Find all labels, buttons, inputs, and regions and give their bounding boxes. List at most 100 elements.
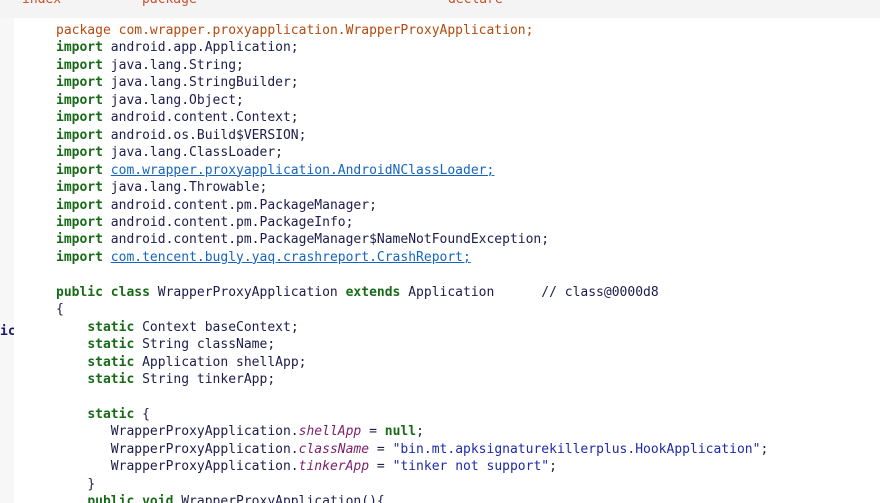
code-token: java.lang.String; — [102, 57, 244, 73]
code-line: public class WrapperProxyApplication ext… — [56, 284, 659, 302]
code-token: Context baseContext; — [134, 319, 299, 335]
type-link[interactable]: com.wrapper.proxyapplication.AndroidNCla… — [111, 163, 495, 178]
tab-index[interactable]: index — [22, 0, 61, 7]
code-token: WrapperProxyApplication. — [110, 441, 299, 457]
code-token: import — [56, 92, 103, 108]
code-token: static — [87, 372, 135, 387]
code-token: static — [87, 337, 135, 353]
code-line: import com.wrapper.proxyapplication.Andr… — [56, 162, 494, 180]
code-token: java.lang.Object; — [102, 92, 244, 108]
code-token: android.content.pm.PackageManager; — [102, 197, 377, 213]
code-token: static — [87, 319, 135, 335]
code-token: WrapperProxyApplication. — [110, 424, 299, 440]
code-line: import java.lang.Object; — [56, 92, 244, 110]
code-line: WrapperProxyApplication.className = "bin… — [56, 441, 768, 459]
code-line: WrapperProxyApplication.shellApp = null; — [56, 423, 424, 441]
code-token: className — [298, 441, 370, 457]
code-token: WrapperProxyApplication(){ — [173, 494, 385, 503]
code-token: } — [87, 476, 96, 492]
code-token: static — [87, 354, 135, 370]
code-line: WrapperProxyApplication.tinkerApp = "tin… — [56, 458, 557, 476]
code-line: static { — [56, 406, 150, 424]
code-token: = — [369, 441, 393, 457]
code-line: import android.content.pm.PackageManager… — [56, 231, 549, 249]
code-token: String className; — [134, 337, 276, 353]
code-token: WrapperProxyApplication — [149, 284, 346, 300]
code-editor[interactable]: package com.wrapper.proxyapplication.Wra… — [14, 18, 880, 503]
code-token: public void — [87, 494, 174, 503]
tab-package[interactable]: package — [142, 0, 197, 7]
code-token: { — [134, 406, 150, 422]
code-line: static String tinkerApp; — [56, 371, 275, 389]
code-token: import — [56, 127, 103, 143]
code-token: = — [369, 459, 393, 475]
tab-bar: index package declare — [0, 0, 880, 18]
code-token: import — [56, 57, 103, 73]
code-token: extends — [345, 284, 401, 300]
code-token: import — [56, 40, 103, 56]
code-line: static String className; — [56, 336, 275, 354]
code-token: import — [56, 75, 103, 91]
code-line: package com.wrapper.proxyapplication.Wra… — [56, 22, 533, 40]
code-token: android.content.pm.PackageInfo; — [102, 214, 354, 230]
code-token: ; — [416, 424, 424, 440]
code-token: shellApp — [298, 424, 362, 440]
code-line: import android.os.Build$VERSION; — [56, 127, 306, 145]
type-link[interactable]: com.tencent.bugly.yaq.crashreport.CrashR… — [111, 250, 471, 265]
code-token: import — [56, 110, 103, 126]
code-token: "bin.mt.apksignaturekillerplus.HookAppli… — [392, 441, 761, 457]
code-token: WrapperProxyApplication. — [110, 459, 299, 475]
side-gutter: ic — [0, 18, 16, 503]
code-token: import — [56, 145, 103, 161]
code-token: import — [56, 162, 103, 178]
code-line: import java.lang.StringBuilder; — [56, 74, 299, 92]
tab-declare[interactable]: declare — [448, 0, 503, 7]
code-line: import java.lang.Throwable; — [56, 179, 267, 197]
code-token: tinkerApp — [298, 459, 370, 475]
code-line: import android.app.Application; — [56, 39, 299, 57]
code-line: import com.tencent.bugly.yaq.crashreport… — [56, 249, 471, 267]
code-token: { — [56, 302, 64, 318]
code-line: import java.lang.String; — [56, 57, 244, 75]
code-line: public void WrapperProxyApplication(){ — [56, 493, 385, 503]
code-token: java.lang.StringBuilder; — [102, 75, 299, 91]
code-token: Application // class@0000d8 — [400, 284, 659, 300]
code-token: Application shellApp; — [134, 354, 307, 370]
code-token: java.lang.ClassLoader; — [102, 145, 283, 161]
code-line: } — [56, 476, 95, 494]
code-token: null — [384, 424, 417, 440]
code-token: public class — [56, 284, 150, 300]
code-token: android.os.Build$VERSION; — [102, 127, 307, 143]
code-token: package — [56, 23, 119, 38]
code-line: import android.content.pm.PackageManager… — [56, 197, 377, 215]
code-token: android.content.pm.PackageManager$NameNo… — [102, 232, 550, 248]
code-token: ; — [760, 441, 769, 457]
code-token: android.app.Application; — [102, 40, 299, 56]
code-token: ; — [549, 459, 557, 475]
code-token: java.lang.Throwable; — [102, 180, 268, 196]
code-line: import android.content.pm.PackageInfo; — [56, 214, 353, 232]
code-token: String tinkerApp; — [134, 372, 276, 387]
code-token: = — [361, 424, 385, 440]
code-token: static — [87, 406, 135, 422]
code-token: com.wrapper.proxyapplication.WrapperProx… — [118, 23, 534, 38]
code-token: "tinker not support" — [392, 459, 550, 475]
code-token: import — [56, 214, 103, 230]
code-token: import — [56, 180, 103, 196]
code-line: static Application shellApp; — [56, 354, 306, 372]
code-line: import java.lang.ClassLoader; — [56, 144, 283, 162]
code-line: static Context baseContext; — [56, 319, 299, 337]
code-token: import — [56, 249, 103, 265]
